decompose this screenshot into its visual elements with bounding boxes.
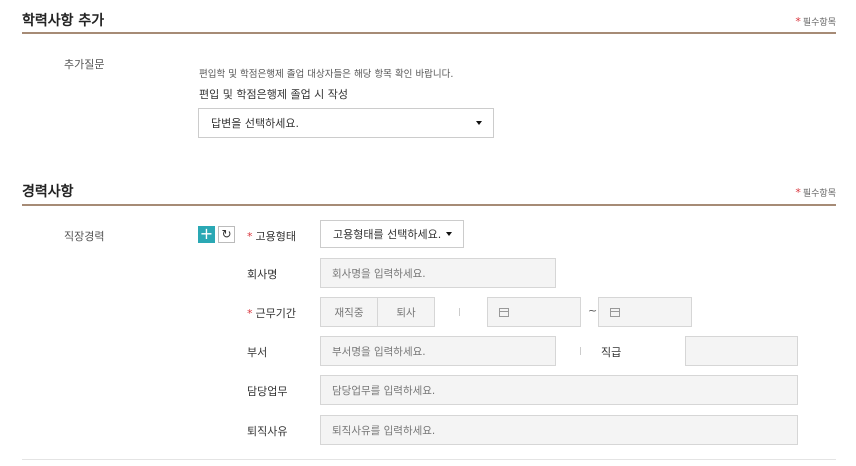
required-note-text: 필수항목 — [802, 18, 836, 28]
work-period-label-text: 근무기간 — [255, 307, 296, 320]
work-experience-label: 직장경력 — [64, 230, 105, 243]
company-input[interactable]: 회사명을 입력하세요. — [320, 258, 556, 288]
career-required-note: * 필수항목 — [795, 186, 836, 199]
employment-type-label: * 고용형태 — [247, 228, 296, 244]
required-note-text: 필수항목 — [802, 189, 836, 199]
career-section-rule — [22, 204, 836, 206]
department-divider — [580, 347, 581, 355]
period-divider — [459, 308, 460, 316]
answer-select[interactable]: 답변을 선택하세요. — [198, 108, 494, 138]
career-bottom-divider — [22, 459, 836, 460]
answer-select-value: 답변을 선택하세요. — [211, 117, 299, 130]
required-star-icon: * — [795, 15, 801, 28]
resignation-reason-label: 퇴직사유 — [247, 425, 288, 438]
required-star-icon: * — [247, 230, 253, 243]
chevron-down-icon — [476, 121, 482, 125]
department-label: 부서 — [247, 346, 268, 359]
employment-type-label-text: 고용형태 — [255, 230, 296, 243]
transfer-help-text: 편입학 및 학점은행제 졸업 대상자들은 해당 항목 확인 바랍니다. — [199, 69, 454, 80]
resigned-toggle[interactable]: 퇴사 — [377, 297, 435, 327]
add-career-button[interactable]: + — [198, 226, 215, 243]
required-star-icon: * — [795, 186, 801, 199]
education-section-rule — [22, 32, 836, 34]
calendar-icon — [499, 307, 509, 317]
plus-icon: + — [199, 224, 214, 243]
employment-type-select-value: 고용형태를 선택하세요. — [333, 228, 442, 241]
employment-type-select[interactable]: 고용형태를 선택하세요. — [320, 220, 464, 248]
career-section-title: 경력사항 — [22, 184, 74, 200]
position-label: 직급 — [601, 346, 622, 359]
duty-input[interactable]: 담당업무를 입력하세요. — [320, 375, 798, 405]
education-section-title: 학력사항 추가 — [22, 13, 105, 29]
chevron-down-icon — [446, 232, 452, 236]
duty-label: 담당업무 — [247, 385, 288, 398]
calendar-icon — [610, 307, 620, 317]
additional-question-label: 추가질문 — [64, 58, 105, 71]
department-input[interactable]: 부서명을 입력하세요. — [320, 336, 556, 366]
date-separator: ~ — [588, 304, 598, 317]
refresh-icon: ↻ — [221, 227, 232, 241]
employed-toggle[interactable]: 재직중 — [320, 297, 378, 327]
end-date-input[interactable] — [598, 297, 692, 327]
company-label: 회사명 — [247, 268, 278, 281]
reset-career-button[interactable]: ↻ — [218, 226, 235, 243]
transfer-sub-label: 편입 및 학점은행제 졸업 시 작성 — [199, 88, 349, 101]
resignation-reason-input[interactable]: 퇴직사유를 입력하세요. — [320, 415, 798, 445]
position-input[interactable] — [685, 336, 798, 366]
start-date-input[interactable] — [487, 297, 581, 327]
work-period-label: * 근무기간 — [247, 305, 296, 321]
required-star-icon: * — [247, 307, 253, 320]
education-required-note: * 필수항목 — [795, 15, 836, 28]
